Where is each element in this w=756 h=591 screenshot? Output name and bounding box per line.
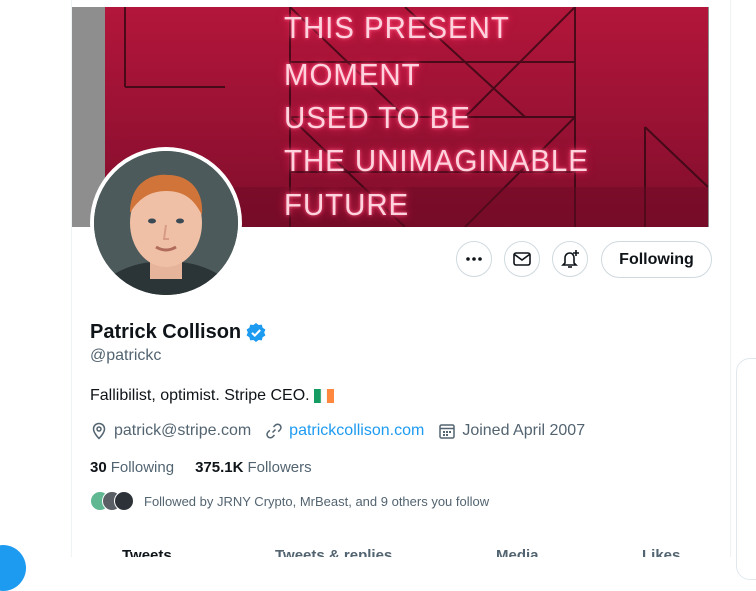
tab-media[interactable]: Media (496, 547, 539, 557)
neon-line-5: FUTURE (284, 187, 410, 222)
profile-meta: patrick@stripe.com patrickcollison.com J… (90, 422, 599, 440)
location-text: patrick@stripe.com (114, 422, 252, 439)
website-link[interactable]: patrickcollison.com (289, 422, 424, 440)
profile-bio: Fallibilist, optimist. Stripe CEO. (90, 387, 334, 405)
compose-button[interactable] (0, 545, 26, 591)
followed-by-row[interactable]: Followed by JRNY Crypto, MrBeast, and 9 … (90, 491, 489, 511)
more-button[interactable] (456, 241, 492, 277)
neon-line-3: USED TO BE (284, 100, 471, 135)
location-item: patrick@stripe.com (90, 422, 251, 440)
following-stat[interactable]: 30 Following (90, 459, 174, 476)
profile-name-row: Patrick Collison (90, 321, 267, 344)
more-dots-icon (466, 257, 482, 261)
profile-name: Patrick Collison (90, 321, 242, 343)
followed-by-text: Followed by JRNY Crypto, MrBeast, and 9 … (144, 493, 490, 509)
profile-handle: @patrickc (90, 347, 162, 364)
follower-avatar (114, 491, 134, 511)
joined-text: Joined April 2007 (462, 422, 586, 439)
following-label: Following (110, 459, 175, 476)
bio-text: Fallibilist, optimist. Stripe CEO. (90, 387, 310, 404)
bell-plus-icon (561, 250, 579, 268)
neon-line-2: MOMENT (284, 57, 421, 92)
avatar-photo (94, 151, 238, 295)
profile-avatar[interactable] (90, 147, 242, 299)
followers-label: Followers (247, 459, 312, 476)
notifications-button[interactable] (552, 241, 588, 277)
followers-count: 375.1K (195, 459, 244, 476)
tab-tweets[interactable]: Tweets (122, 547, 172, 557)
profile-tabs: Tweets Tweets & replies Media Likes (72, 547, 729, 557)
neon-line-1: THIS PRESENT (284, 10, 510, 45)
following-button[interactable]: Following (601, 241, 712, 278)
tab-tweets-replies[interactable]: Tweets & replies (275, 547, 392, 557)
location-pin-icon (92, 422, 106, 440)
joined-item: Joined April 2007 (438, 422, 585, 440)
message-button[interactable] (504, 241, 540, 277)
link-icon (266, 423, 282, 439)
verified-badge-icon[interactable] (245, 322, 267, 344)
sidebar-card (736, 358, 756, 580)
tab-likes[interactable]: Likes (642, 547, 680, 557)
website-item: patrickcollison.com (265, 422, 424, 440)
calendar-icon (439, 424, 456, 439)
following-count: 30 (90, 459, 107, 476)
followers-stat[interactable]: 375.1K Followers (195, 459, 312, 476)
mail-icon (513, 252, 531, 266)
avatar-portrait (94, 151, 238, 295)
follower-avatars (90, 491, 134, 511)
ireland-flag-icon (313, 389, 334, 403)
neon-line-4: THE UNIMAGINABLE (284, 143, 589, 178)
profile-stats: 30 Following 375.1K Followers (90, 459, 312, 476)
